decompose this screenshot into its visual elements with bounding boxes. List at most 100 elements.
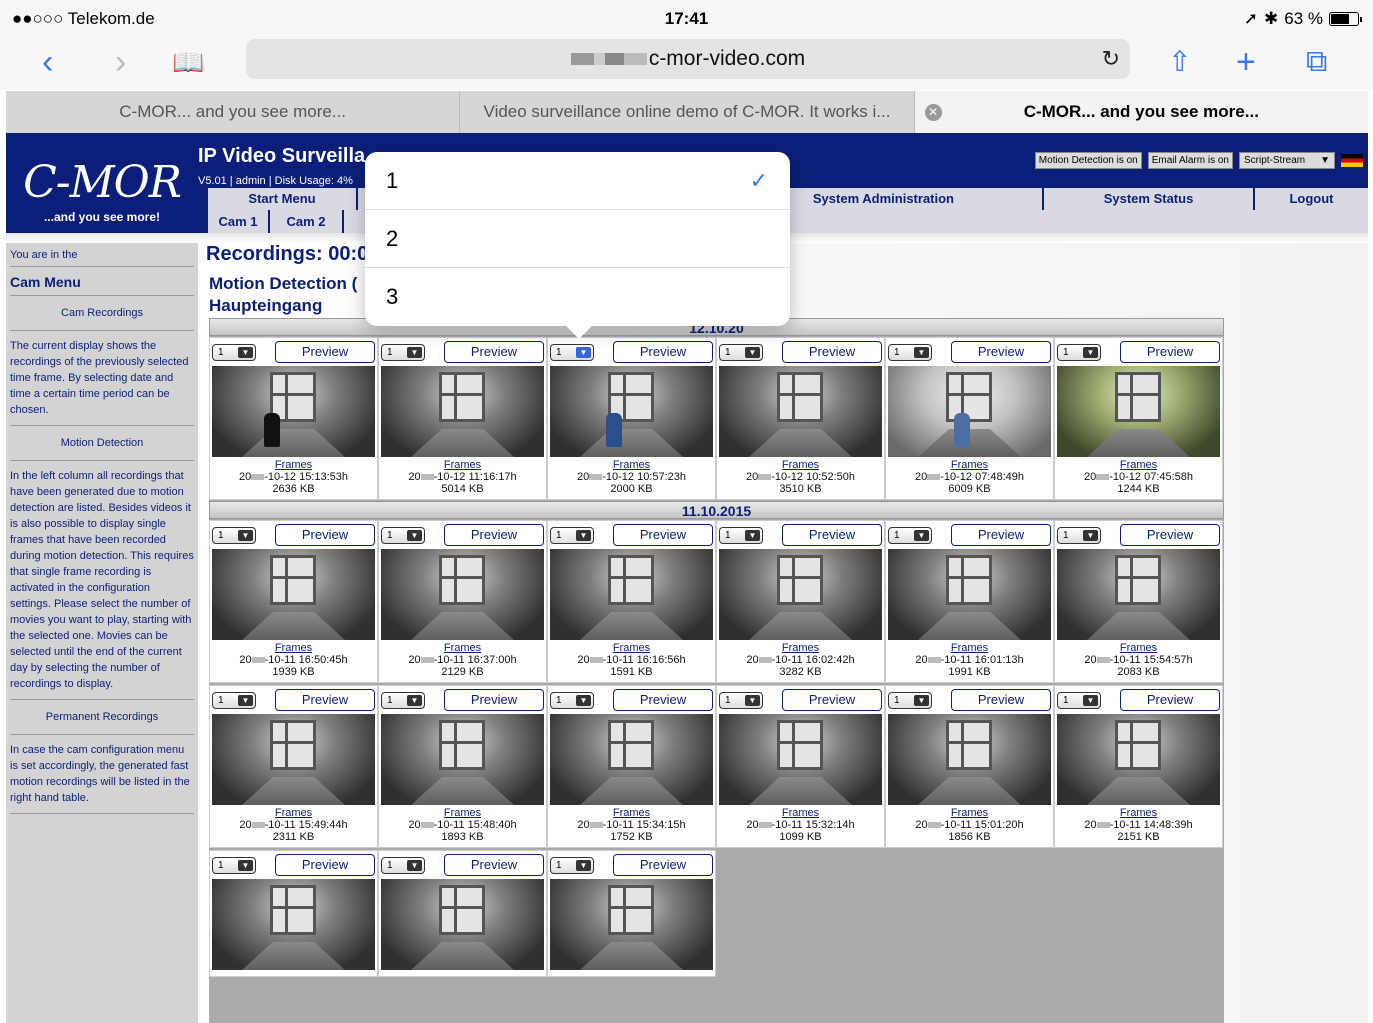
frames-link[interactable]: Frames (1057, 642, 1220, 654)
camera-thumbnail[interactable] (719, 366, 882, 457)
preview-button[interactable]: Preview (275, 854, 375, 876)
count-select[interactable]: 1 ▼ (550, 691, 594, 709)
preview-button[interactable]: Preview (613, 854, 713, 876)
frames-link[interactable]: Frames (550, 459, 713, 471)
preview-button[interactable]: Preview (782, 689, 882, 711)
camera-thumbnail[interactable] (888, 366, 1051, 457)
preview-button[interactable]: Preview (951, 341, 1051, 363)
tab-2[interactable]: Video surveillance online demo of C-MOR.… (460, 91, 915, 133)
count-select[interactable]: 1 ▼ (1057, 526, 1101, 544)
camera-thumbnail[interactable] (888, 549, 1051, 640)
camera-thumbnail[interactable] (1057, 714, 1220, 805)
count-select[interactable]: 1 ▼ (1057, 343, 1101, 361)
count-select[interactable]: 1 ▼ (550, 343, 594, 361)
frames-link[interactable]: Frames (381, 642, 544, 654)
share-icon[interactable]: ⇧ (1168, 42, 1191, 82)
frames-link[interactable]: Frames (888, 459, 1051, 471)
camera-thumbnail[interactable] (550, 714, 713, 805)
preview-button[interactable]: Preview (1120, 689, 1220, 711)
preview-button[interactable]: Preview (951, 689, 1051, 711)
stream-select[interactable]: Script-Stream ▼ (1239, 152, 1335, 169)
count-select[interactable]: 1 ▼ (719, 343, 763, 361)
camera-thumbnail[interactable] (550, 366, 713, 457)
preview-button[interactable]: Preview (613, 689, 713, 711)
preview-button[interactable]: Preview (782, 524, 882, 546)
count-select[interactable]: 1 ▼ (381, 856, 425, 874)
preview-button[interactable]: Preview (444, 524, 544, 546)
count-select[interactable]: 1 ▼ (550, 526, 594, 544)
count-select[interactable]: 1 ▼ (212, 691, 256, 709)
count-select[interactable]: 1 ▼ (888, 526, 932, 544)
menu-logout[interactable]: Logout (1255, 188, 1368, 210)
frames-link[interactable]: Frames (719, 807, 882, 819)
camera-thumbnail[interactable] (1057, 366, 1220, 457)
frames-link[interactable]: Frames (212, 642, 375, 654)
frames-link[interactable]: Frames (888, 807, 1051, 819)
close-tab-icon[interactable]: ✕ (924, 104, 942, 121)
frames-link[interactable]: Frames (719, 642, 882, 654)
count-select[interactable]: 1 ▼ (381, 343, 425, 361)
preview-button[interactable]: Preview (782, 341, 882, 363)
new-tab-icon[interactable]: + (1236, 42, 1256, 82)
address-bar[interactable]: c-mor-video.com ↻ (246, 39, 1130, 79)
camera-thumbnail[interactable] (381, 714, 544, 805)
sidebar-cam-recordings[interactable]: Cam Recordings (10, 299, 194, 327)
camera-thumbnail[interactable] (212, 714, 375, 805)
preview-button[interactable]: Preview (1120, 341, 1220, 363)
frames-link[interactable]: Frames (212, 807, 375, 819)
site-logo[interactable]: C-MOR ...and you see more! (6, 133, 198, 233)
frames-link[interactable]: Frames (550, 642, 713, 654)
frames-link[interactable]: Frames (550, 807, 713, 819)
sidebar-permanent-recordings[interactable]: Permanent Recordings (10, 703, 194, 731)
camera-thumbnail[interactable] (212, 549, 375, 640)
tab-1[interactable]: C-MOR... and you see more... (6, 91, 461, 133)
count-select[interactable]: 1 ▼ (212, 343, 256, 361)
popover-option-2[interactable]: 2 (365, 210, 790, 268)
menu-start[interactable]: Start Menu (208, 188, 358, 210)
camera-thumbnail[interactable] (550, 549, 713, 640)
camera-thumbnail[interactable] (381, 549, 544, 640)
camera-thumbnail[interactable] (1057, 549, 1220, 640)
count-select[interactable]: 1 ▼ (212, 856, 256, 874)
count-select[interactable]: 1 ▼ (719, 691, 763, 709)
camera-thumbnail[interactable] (212, 366, 375, 457)
count-select[interactable]: 1 ▼ (212, 526, 256, 544)
sidebar-motion-detection[interactable]: Motion Detection (10, 429, 194, 457)
menu-system-status[interactable]: System Status (1044, 188, 1255, 210)
tabs-icon[interactable]: ⧉ (1306, 42, 1327, 82)
preview-button[interactable]: Preview (951, 524, 1051, 546)
camera-thumbnail[interactable] (550, 879, 713, 970)
frames-link[interactable]: Frames (888, 642, 1051, 654)
count-select[interactable]: 1 ▼ (381, 526, 425, 544)
camera-thumbnail[interactable] (212, 879, 375, 970)
preview-button[interactable]: Preview (275, 689, 375, 711)
count-select[interactable]: 1 ▼ (719, 526, 763, 544)
count-select[interactable]: 1 ▼ (381, 691, 425, 709)
preview-button[interactable]: Preview (444, 854, 544, 876)
preview-button[interactable]: Preview (1120, 524, 1220, 546)
frames-link[interactable]: Frames (719, 459, 882, 471)
popover-option-3[interactable]: 3 (365, 268, 790, 326)
preview-button[interactable]: Preview (613, 524, 713, 546)
menu-cam-1[interactable]: Cam 1 (208, 210, 270, 233)
frames-link[interactable]: Frames (212, 459, 375, 471)
count-select[interactable]: 1 ▼ (550, 856, 594, 874)
camera-thumbnail[interactable] (381, 366, 544, 457)
forward-icon[interactable]: › (115, 42, 126, 82)
frames-link[interactable]: Frames (381, 459, 544, 471)
count-select[interactable]: 1 ▼ (888, 343, 932, 361)
camera-thumbnail[interactable] (719, 549, 882, 640)
tab-3[interactable]: ✕ C-MOR... and you see more... (914, 91, 1368, 133)
menu-cam-2[interactable]: Cam 2 (270, 210, 344, 233)
german-flag-icon[interactable] (1341, 154, 1363, 167)
bookmarks-icon[interactable]: 📖 (172, 42, 204, 82)
camera-thumbnail[interactable] (719, 714, 882, 805)
preview-button[interactable]: Preview (613, 341, 713, 363)
camera-thumbnail[interactable] (381, 879, 544, 970)
preview-button[interactable]: Preview (275, 341, 375, 363)
camera-thumbnail[interactable] (888, 714, 1051, 805)
back-icon[interactable]: ‹ (42, 42, 53, 82)
popover-option-1[interactable]: 1 ✓ (365, 152, 790, 210)
preview-button[interactable]: Preview (444, 341, 544, 363)
sidebar-cam-menu[interactable]: Cam Menu (10, 270, 194, 292)
